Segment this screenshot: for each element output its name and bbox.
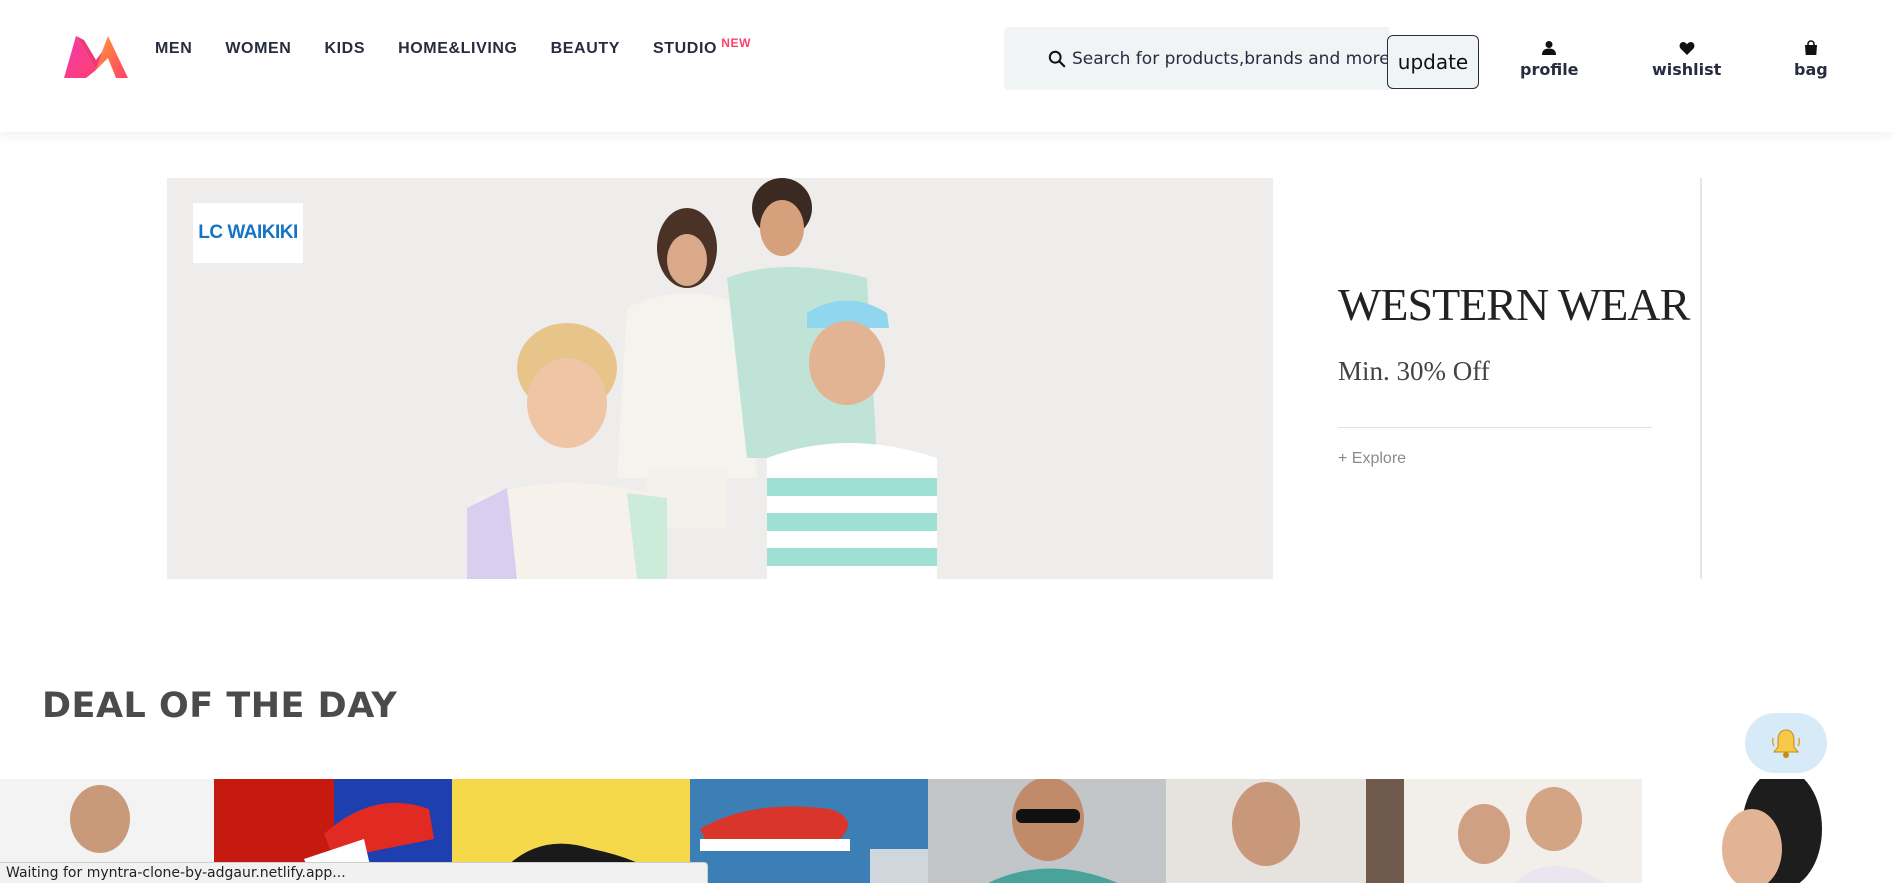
profile-label: profile (1520, 60, 1579, 79)
nav-item-home-living[interactable]: HOME&LIVING (398, 40, 518, 58)
deal-card[interactable] (1404, 779, 1642, 883)
banner-photo (167, 178, 1273, 579)
main-nav: MEN WOMEN KIDS HOME&LIVING BEAUTY STUDIO… (155, 36, 750, 58)
deal-card[interactable] (690, 779, 928, 883)
top-navbar: MEN WOMEN KIDS HOME&LIVING BEAUTY STUDIO… (0, 0, 1893, 132)
deal-card[interactable] (928, 779, 1166, 883)
deal-image (988, 779, 1118, 883)
explore-link[interactable]: + Explore (1338, 450, 1406, 468)
section-title: DEAL OF THE DAY (42, 686, 398, 726)
banner-subtitle: Min. 30% Off (1338, 356, 1490, 386)
deal-card[interactable] (1166, 779, 1404, 883)
brand-logo: LC WAIKIKI (193, 203, 303, 263)
myntra-logo-icon[interactable] (62, 30, 130, 82)
deal-image (1458, 787, 1604, 883)
nav-item-studio[interactable]: STUDIO NEW (653, 36, 750, 58)
heart-icon (1679, 42, 1695, 55)
deal-image (700, 806, 928, 883)
new-badge: NEW (721, 36, 752, 50)
bag-button[interactable]: bag (1794, 40, 1828, 79)
nav-item-men[interactable]: MEN (155, 40, 192, 58)
search-icon (1048, 50, 1066, 68)
deal-card[interactable] (1642, 779, 1878, 883)
brand-logo-text: LC WAIKIKI (198, 222, 298, 243)
nav-item-beauty[interactable]: BEAUTY (551, 40, 620, 58)
banner-side-panel: WESTERN WEAR Min. 30% Off + Explore (1272, 178, 1702, 579)
deal-image (1166, 779, 1404, 883)
bell-icon (1771, 729, 1801, 758)
update-button[interactable]: update (1387, 35, 1479, 89)
person-icon (1542, 41, 1557, 55)
wishlist-button[interactable]: wishlist (1652, 40, 1721, 79)
profile-button[interactable]: profile (1520, 40, 1579, 79)
banner-title: WESTERN WEAR (1338, 279, 1690, 330)
nav-item-studio-label: STUDIO (653, 40, 718, 57)
nav-item-kids[interactable]: KIDS (324, 40, 365, 58)
nav-item-women[interactable]: WOMEN (225, 40, 291, 58)
divider (1338, 427, 1652, 428)
bag-label: bag (1794, 60, 1828, 79)
search-input[interactable] (1072, 48, 1389, 69)
browser-status-bar: Waiting for myntra-clone-by-adgaur.netli… (0, 862, 708, 883)
deal-image (1722, 779, 1822, 883)
wishlist-label: wishlist (1652, 60, 1722, 79)
bag-icon (1804, 40, 1817, 55)
hero-banner-image[interactable]: LC WAIKIKI (167, 178, 1273, 579)
notification-button[interactable] (1745, 713, 1827, 773)
search-bar[interactable] (1004, 27, 1389, 90)
